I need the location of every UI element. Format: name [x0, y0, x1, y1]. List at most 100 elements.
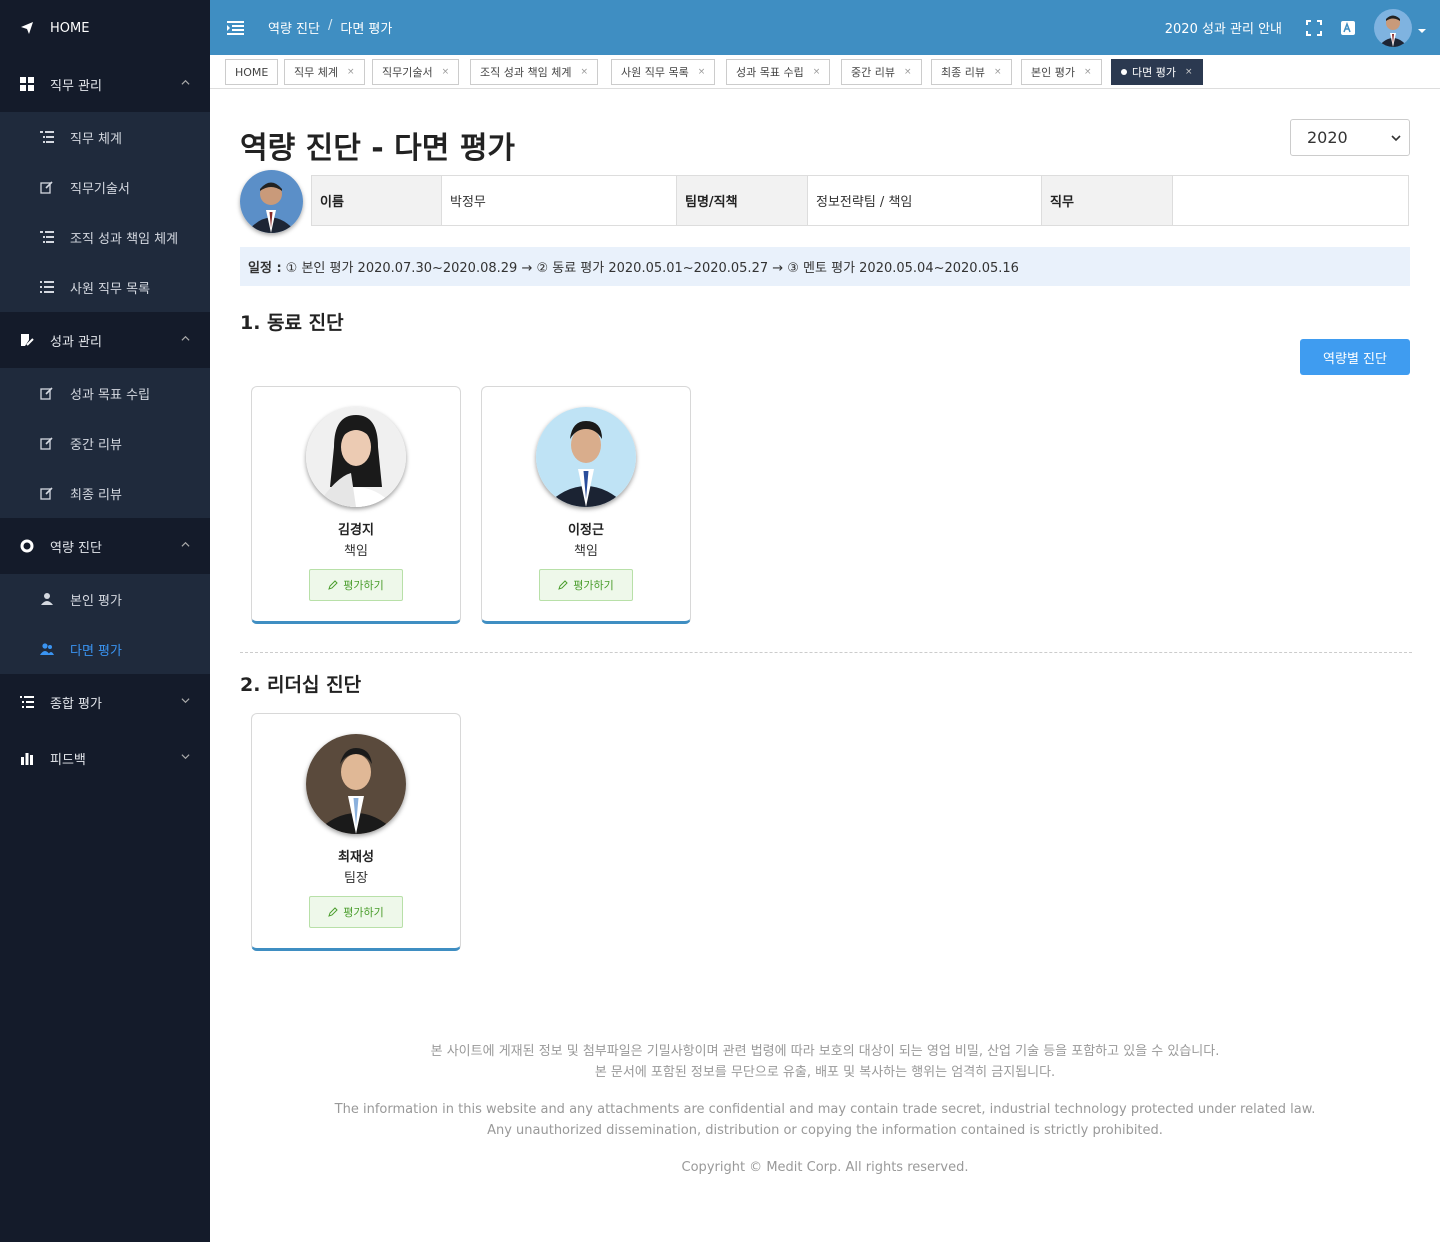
tab-mid-review[interactable]: 중간 리뷰 ×	[841, 59, 922, 85]
edit-icon	[40, 486, 54, 500]
sidebar-group-job[interactable]: 직무 관리	[0, 56, 210, 112]
footer-text: 본 사이트에 게재된 정보 및 첨부파일은 기밀사항이며 관련 법령에 따라 보…	[430, 1044, 1220, 1059]
sidebar-item-label: 조직 성과 책임 체계	[70, 231, 179, 247]
pencil-icon	[328, 907, 338, 917]
peer-card: 이정근 책임 평가하기	[481, 386, 691, 624]
bar-chart-icon	[20, 751, 34, 765]
job-label: 직무	[1041, 175, 1173, 226]
close-icon[interactable]: ×	[904, 67, 912, 77]
breadcrumb-item: 다면 평가	[340, 22, 393, 37]
topbar: 역량 진단 / 다면 평가 2020 성과 관리 안내	[210, 0, 1440, 55]
peer-avatar	[306, 407, 406, 507]
document-edit-icon	[20, 333, 34, 347]
footer-text: 본 문서에 포함된 정보를 무단으로 유출, 배포 및 복사하는 행위는 엄격히…	[594, 1065, 1056, 1080]
sidebar-item-label: 중간 리뷰	[70, 437, 122, 453]
close-icon[interactable]: ×	[347, 67, 355, 77]
sidebar-item-org-responsibility[interactable]: 조직 성과 책임 체계	[0, 212, 210, 262]
tab-label: 중간 리뷰	[851, 66, 895, 79]
leader-name: 최재성	[338, 850, 374, 865]
leader-rank: 팀장	[344, 871, 368, 886]
sidebar-group-performance[interactable]: 성과 관리	[0, 312, 210, 368]
section-title-peer: 1. 동료 진단	[240, 312, 344, 334]
sidebar-home-label: HOME	[50, 20, 90, 36]
sidebar-item-employee-jobs[interactable]: 사원 직무 목록	[0, 262, 210, 312]
topbar-actions: 2020 성과 관리 안내	[1165, 0, 1440, 55]
schedule-text: ① 본인 평가 2020.07.30~2020.08.29 → ② 동료 평가 …	[285, 261, 1019, 276]
sidebar-item-mid-review[interactable]: 중간 리뷰	[0, 418, 210, 468]
edit-icon	[40, 180, 54, 194]
close-icon[interactable]: ×	[1084, 67, 1092, 77]
sidebar-item-label: 최종 리뷰	[70, 487, 122, 503]
team-value: 정보전략팀 / 책임	[807, 175, 1042, 226]
tab-home[interactable]: HOME	[225, 59, 279, 85]
chevron-down-icon	[1391, 135, 1401, 142]
tab-job-system[interactable]: 직무 체계 ×	[284, 59, 365, 85]
guide-link[interactable]: 2020 성과 관리 안내	[1165, 18, 1282, 37]
caret-down-icon[interactable]	[1418, 27, 1426, 35]
tab-org-responsibility[interactable]: 조직 성과 책임 체계 ×	[470, 59, 598, 85]
sidebar-item-final-review[interactable]: 최종 리뷰	[0, 468, 210, 518]
sidebar-item-job-system[interactable]: 직무 체계	[0, 112, 210, 162]
menu-toggle-icon[interactable]	[227, 20, 244, 35]
translate-icon[interactable]	[1340, 20, 1356, 36]
capability-diagnosis-button[interactable]: 역량별 진단	[1300, 339, 1410, 375]
sidebar-item-label: 직무기술서	[70, 181, 130, 197]
fullscreen-icon[interactable]	[1306, 19, 1322, 36]
close-icon[interactable]: ×	[580, 67, 588, 77]
evaluate-label: 평가하기	[343, 579, 384, 592]
sidebar-item-self-eval[interactable]: 본인 평가	[0, 574, 210, 624]
page-title: 역량 진단 - 다면 평가	[240, 131, 516, 166]
tab-final-review[interactable]: 최종 리뷰 ×	[931, 59, 1012, 85]
users-icon	[40, 642, 54, 656]
section-title-leadership: 2. 리더십 진단	[240, 674, 362, 696]
breadcrumb-item[interactable]: 역량 진단	[268, 18, 320, 37]
leader-avatar	[306, 734, 406, 834]
close-icon[interactable]: ×	[442, 67, 450, 77]
tab-label: 직무기술서	[382, 66, 433, 79]
close-icon[interactable]: ×	[994, 67, 1002, 77]
sidebar-group-feedback[interactable]: 피드백	[0, 730, 210, 786]
evaluate-button[interactable]: 평가하기	[539, 569, 633, 601]
sidebar-submenu-performance: 성과 목표 수립 중간 리뷰 최종 리뷰	[0, 368, 210, 518]
list-icon	[40, 280, 54, 294]
name-label: 이름	[311, 175, 442, 226]
close-icon[interactable]: ×	[1185, 67, 1193, 77]
sidebar-item-multi-eval[interactable]: 다면 평가	[0, 624, 210, 674]
grid-icon	[20, 77, 34, 91]
tab-job-description[interactable]: 직무기술서 ×	[372, 59, 460, 85]
breadcrumb-separator: /	[327, 18, 333, 33]
tab-self-eval[interactable]: 본인 평가 ×	[1021, 59, 1102, 85]
tab-label: HOME	[235, 65, 269, 79]
evaluate-label: 평가하기	[343, 906, 384, 919]
sidebar-home[interactable]: HOME	[0, 0, 210, 56]
footer-notice-korean: 본 사이트에 게재된 정보 및 첨부파일은 기밀사항이며 관련 법령에 따라 보…	[210, 1041, 1440, 1083]
sidebar-submenu-competency: 본인 평가 다면 평가	[0, 574, 210, 674]
sidebar-item-goal-setting[interactable]: 성과 목표 수립	[0, 368, 210, 418]
close-icon[interactable]: ×	[813, 67, 821, 77]
sidebar-group-overall[interactable]: 종합 평가	[0, 674, 210, 730]
tab-goal-setting[interactable]: 성과 목표 수립 ×	[726, 59, 831, 85]
sidebar-item-label: 직무 체계	[70, 131, 122, 147]
peer-name: 이정근	[568, 523, 604, 538]
tab-label: 최종 리뷰	[941, 66, 985, 79]
sidebar-group-competency[interactable]: 역량 진단	[0, 518, 210, 574]
evaluate-button[interactable]: 평가하기	[309, 896, 403, 928]
tab-employee-jobs[interactable]: 사원 직무 목록 ×	[611, 59, 716, 85]
sidebar-group-label: 피드백	[50, 752, 86, 768]
sidebar-item-job-description[interactable]: 직무기술서	[0, 162, 210, 212]
evaluate-button[interactable]: 평가하기	[309, 569, 403, 601]
tab-label: 본인 평가	[1031, 66, 1075, 79]
chevron-up-icon	[181, 79, 190, 85]
chevron-up-icon	[181, 335, 190, 341]
footer-copyright: Copyright © Medit Corp. All rights reser…	[681, 1160, 969, 1175]
year-select[interactable]: 2020	[1290, 119, 1410, 156]
close-icon[interactable]: ×	[698, 67, 706, 77]
tab-label: 사원 직무 목록	[621, 66, 689, 79]
peer-name: 김경지	[338, 523, 374, 538]
sidebar-group-label: 역량 진단	[50, 540, 102, 556]
footer-text: Any unauthorized dissemination, distribu…	[487, 1123, 1163, 1138]
chevron-down-icon	[181, 698, 190, 704]
tab-multi-eval[interactable]: 다면 평가 ×	[1111, 59, 1203, 85]
user-avatar[interactable]	[1374, 8, 1412, 47]
tab-label: 성과 목표 수립	[736, 66, 804, 79]
